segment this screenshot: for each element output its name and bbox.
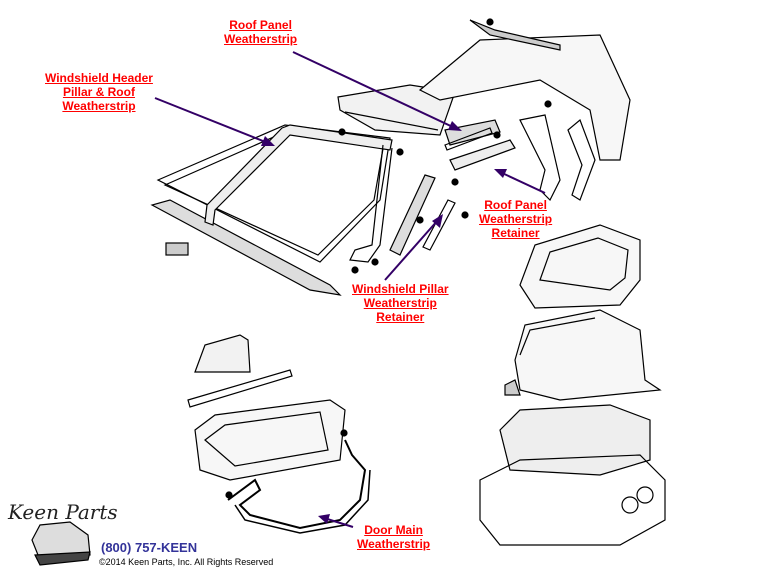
rear-body-drawing xyxy=(479,404,666,546)
copyright: ©2014 Keen Parts, Inc. All Rights Reserv… xyxy=(99,557,274,567)
roof-frame-drawing xyxy=(418,19,631,202)
label-line: Weatherstrip xyxy=(363,296,437,310)
door-drawing xyxy=(187,334,346,481)
label-door-main-weatherstrip[interactable]: Door Main Weatherstrip xyxy=(357,523,430,551)
label-line: Roof Panel xyxy=(229,18,292,32)
phone-number: (800) 757-KEEN xyxy=(101,540,198,555)
label-line: Pillar & Roof xyxy=(62,85,135,99)
label-line: Retainer xyxy=(376,310,425,324)
label-line: Windshield Header xyxy=(45,71,153,85)
arrow-windshield-header xyxy=(154,97,269,144)
label-line: Weatherstrip xyxy=(479,212,553,226)
label-line: Weatherstrip xyxy=(224,32,298,46)
label-line: Weatherstrip xyxy=(62,99,136,113)
arrow-roof-retainer xyxy=(499,171,546,194)
label-roof-panel-weatherstrip[interactable]: Roof Panel Weatherstrip xyxy=(224,18,297,46)
logo: Keen Parts xyxy=(8,500,118,524)
label-windshield-pillar-retainer[interactable]: Windshield Pillar Weatherstrip Retainer xyxy=(352,282,449,324)
label-roof-panel-retainer[interactable]: Roof Panel Weatherstrip Retainer xyxy=(479,198,552,240)
logo-car-icon xyxy=(31,521,91,566)
arrowhead xyxy=(448,121,462,131)
label-line: Retainer xyxy=(491,226,540,240)
label-line: Weatherstrip xyxy=(357,537,431,551)
label-line: Door Main xyxy=(364,523,423,537)
label-windshield-header-weatherstrip[interactable]: Windshield Header Pillar & Roof Weathers… xyxy=(45,71,153,113)
label-line: Roof Panel xyxy=(484,198,547,212)
pillar-retainer-drawing xyxy=(389,174,456,256)
body-side-drawing xyxy=(504,309,662,401)
label-line: Windshield Pillar xyxy=(352,282,449,296)
